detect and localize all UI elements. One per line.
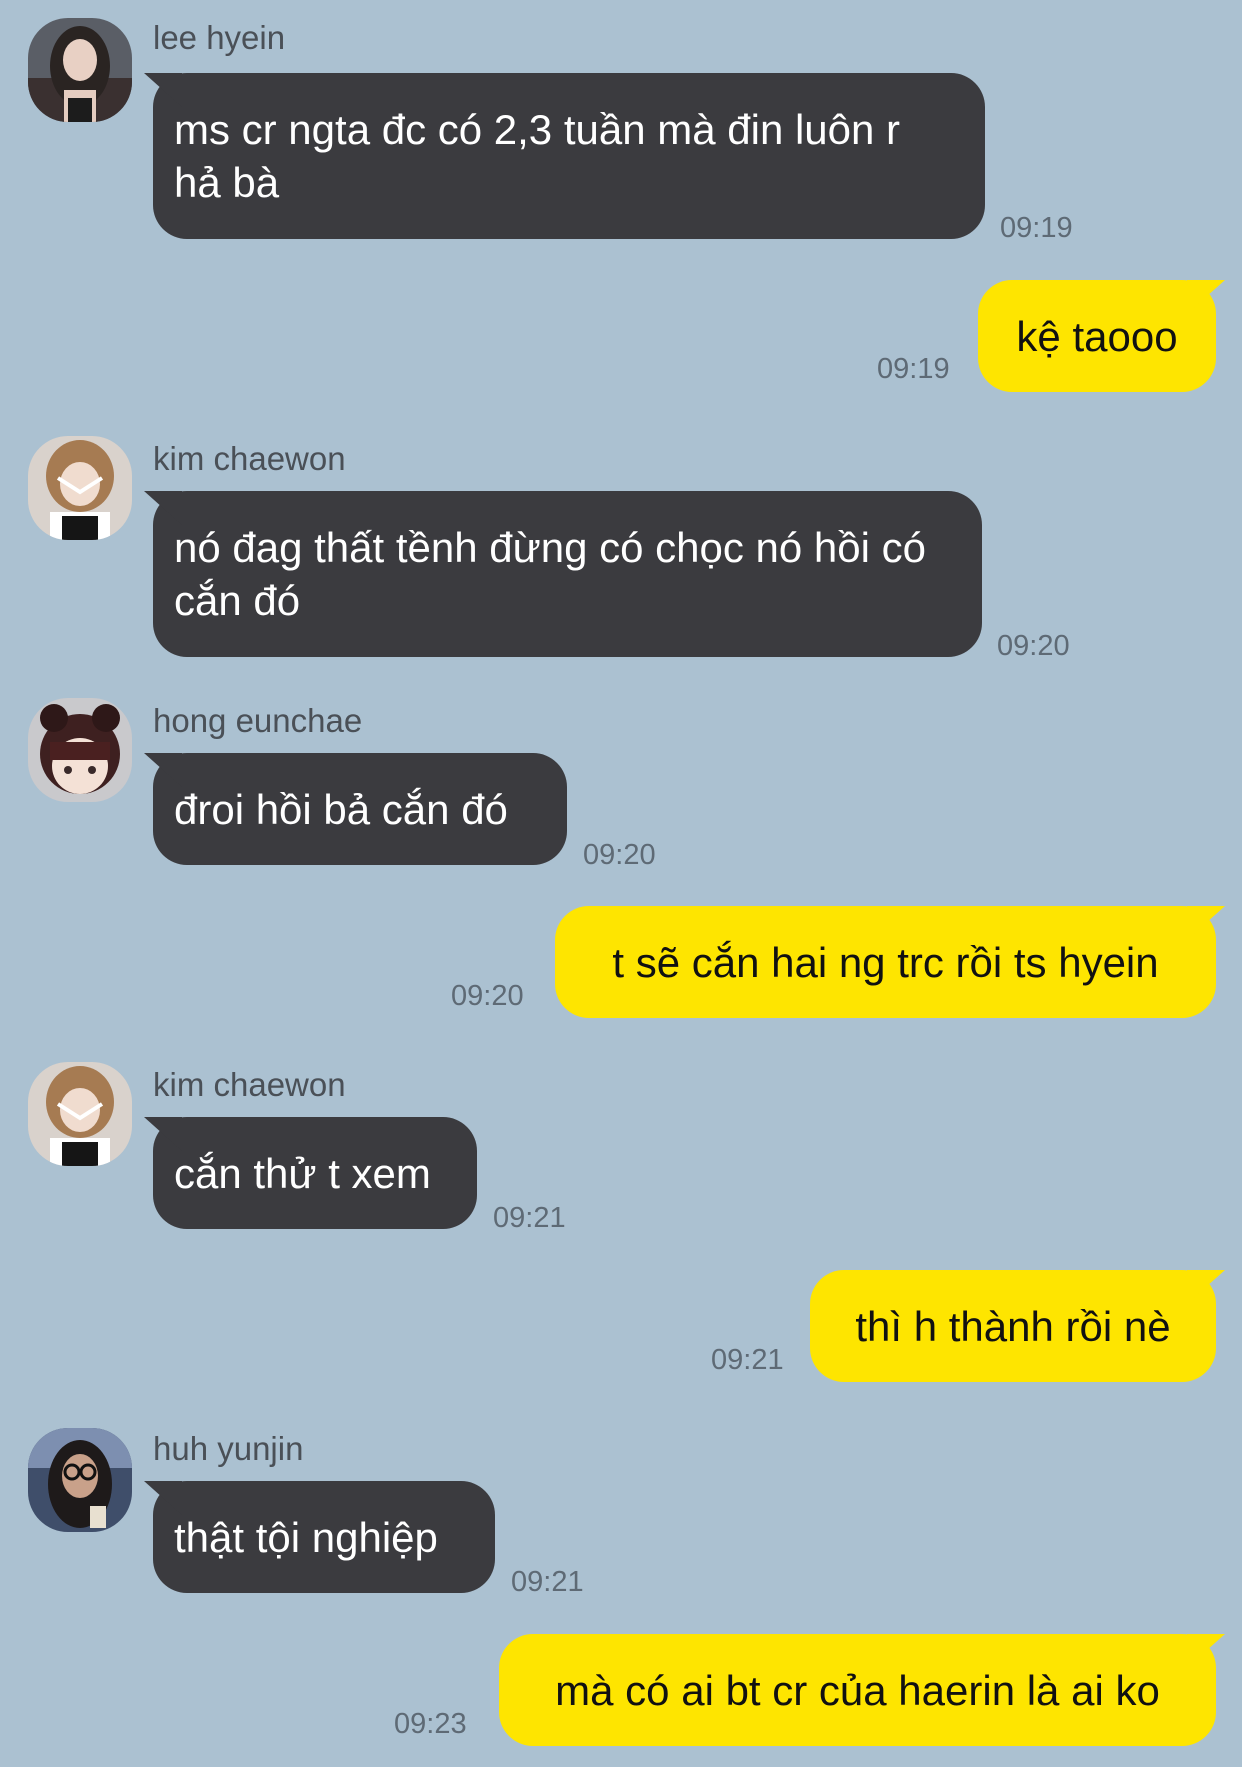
avatar-huh-yunjin[interactable] (28, 1428, 132, 1532)
message-time: 09:19 (877, 353, 950, 385)
sender-name: lee hyein (153, 19, 286, 56)
avatar-kim-chaewon[interactable] (28, 436, 132, 540)
message-text: thật tội nghiệp (174, 1513, 438, 1561)
message-bubble[interactable]: ms cr ngta đc có 2,3 tuần mà đin luôn r … (153, 73, 985, 239)
message-bubble[interactable]: mà có ai bt cr của haerin là ai ko (499, 1634, 1216, 1746)
message-bubble[interactable]: đroi hồi bả cắn đó (153, 753, 567, 865)
message-time: 09:20 (583, 839, 656, 871)
message-text: cắn thử t xem (174, 1149, 431, 1197)
message-text: ms cr ngta đc có 2,3 tuần mà đin luôn r … (174, 106, 901, 206)
avatar-lee-hyein[interactable] (28, 18, 132, 122)
message-time: 09:23 (394, 1708, 467, 1740)
sender-name: kim chaewon (153, 1066, 346, 1103)
avatar-hong-eunchae[interactable] (28, 698, 132, 802)
message-text: nó đag thất tềnh đừng có chọc nó hồi có … (174, 524, 927, 624)
message-bubble[interactable]: cắn thử t xem (153, 1117, 477, 1229)
message-time: 09:21 (493, 1202, 566, 1234)
message-bubble[interactable]: nó đag thất tềnh đừng có chọc nó hồi có … (153, 491, 982, 657)
message-time: 09:21 (511, 1566, 584, 1598)
message-bubble[interactable]: t sẽ cắn hai ng trc rồi ts hyein (555, 906, 1216, 1018)
message-text: t sẽ cắn hai ng trc rồi ts hyein (612, 938, 1159, 986)
message-bubble[interactable]: thật tội nghiệp (153, 1481, 495, 1593)
sender-name: kim chaewon (153, 440, 346, 477)
message-text: đroi hồi bả cắn đó (174, 785, 508, 833)
sender-name: huh yunjin (153, 1430, 304, 1467)
message-text: kệ taooo (1016, 312, 1178, 360)
message-text: mà có ai bt cr của haerin là ai ko (555, 1666, 1160, 1714)
avatar-kim-chaewon[interactable] (28, 1062, 132, 1166)
message-time: 09:20 (997, 630, 1070, 662)
message-time: 09:21 (711, 1344, 784, 1376)
message-bubble[interactable]: thì h thành rồi nè (810, 1270, 1216, 1382)
message-time: 09:19 (1000, 212, 1073, 244)
message-text: thì h thành rồi nè (855, 1302, 1171, 1350)
message-time: 09:20 (451, 980, 524, 1012)
sender-name: hong eunchae (153, 702, 363, 739)
message-bubble[interactable]: kệ taooo (978, 280, 1216, 392)
